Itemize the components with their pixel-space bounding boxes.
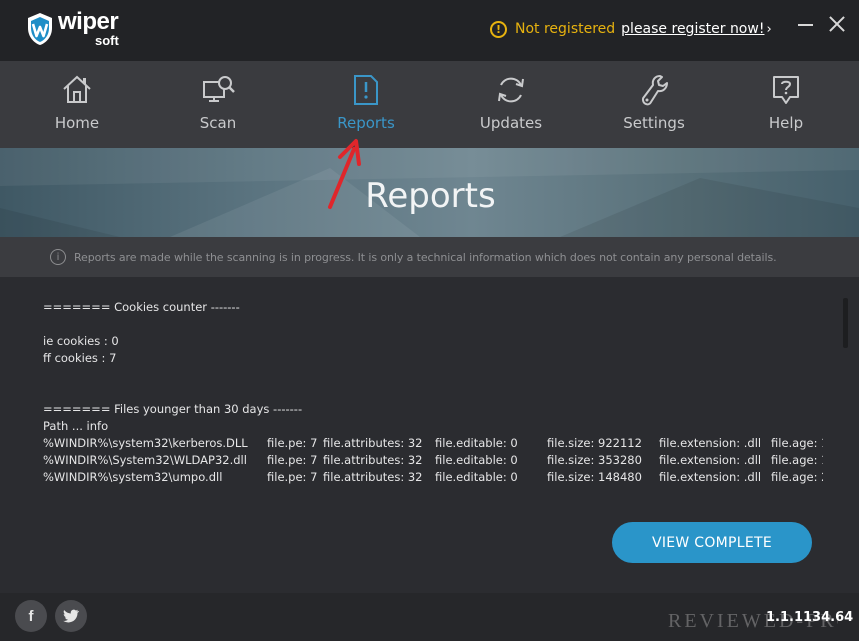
reports-icon	[354, 75, 378, 105]
report-content: ======= Cookies counter ------- ie cooki…	[43, 277, 823, 510]
registration-status: ! Not registered please register now! ›	[490, 18, 772, 40]
file-attributes: file.attributes: 32	[323, 436, 423, 450]
table-row: %WINDIR%\system32\umpo.dll file.pe: 7 fi…	[43, 469, 823, 485]
app-logo-text: wiper soft	[58, 8, 119, 48]
nav-home-label: Home	[54, 114, 100, 132]
refresh-icon	[498, 77, 524, 103]
close-button[interactable]	[827, 14, 847, 34]
file-pe: file.pe: 7	[267, 470, 318, 484]
footer: f REVIEWED-PRO 1.1.1134.64	[0, 593, 859, 641]
file-pe: file.pe: 7	[267, 453, 318, 467]
info-text: Reports are made while the scanning is i…	[74, 251, 777, 264]
file-extension: file.extension: .dll	[659, 470, 762, 484]
nav-settings[interactable]: Settings	[599, 61, 709, 148]
file-age: file.age: 1	[771, 453, 823, 467]
file-attributes: file.attributes: 32	[323, 453, 423, 467]
nav-help-label: Help	[768, 114, 804, 132]
chevron-right-icon: ›	[766, 21, 772, 37]
path-info-line: Path ... info	[43, 419, 109, 433]
help-icon	[773, 76, 799, 104]
report-panel: ======= Cookies counter ------- ie cooki…	[0, 277, 859, 510]
nav-scan[interactable]: Scan	[163, 61, 273, 148]
page-title: Reports	[365, 176, 496, 216]
file-extension: file.extension: .dll	[659, 453, 762, 467]
minimize-button[interactable]	[796, 14, 816, 34]
nav-settings-label: Settings	[623, 114, 685, 132]
file-extension: file.extension: .dll	[659, 436, 762, 450]
facebook-icon[interactable]: f	[15, 600, 47, 632]
table-row: %WINDIR%\System32\WLDAP32.dll file.pe: 7…	[43, 452, 823, 468]
main-nav: Home Scan Reports Updates Settings Help	[0, 61, 859, 148]
logo-wiper: wiper	[58, 8, 119, 35]
home-icon	[63, 75, 91, 103]
file-size: file.size: 922112	[547, 436, 642, 450]
nav-updates-label: Updates	[479, 114, 543, 132]
version-label: 1.1.1134.64	[766, 610, 854, 625]
file-attributes: file.attributes: 32	[323, 470, 423, 484]
file-editable: file.editable: 0	[435, 453, 518, 467]
title-bar: wiper soft ! Not registered please regis…	[0, 0, 859, 61]
scan-icon	[203, 76, 235, 102]
table-row: %WINDIR%\system32\kerberos.DLL file.pe: …	[43, 435, 823, 451]
twitter-icon[interactable]	[55, 600, 87, 632]
file-pe: file.pe: 7	[267, 436, 318, 450]
logo-soft: soft	[95, 33, 119, 48]
nav-reports-label: Reports	[337, 114, 395, 132]
file-age: file.age: 1	[771, 436, 823, 450]
registration-status-text: Not registered	[515, 21, 616, 37]
annotation-arrow-icon	[328, 139, 361, 209]
info-icon: i	[50, 249, 66, 265]
info-bar: i Reports are made while the scanning is…	[0, 237, 859, 277]
file-size: file.size: 148480	[547, 470, 642, 484]
file-editable: file.editable: 0	[435, 470, 518, 484]
file-path: %WINDIR%\system32\umpo.dll	[43, 470, 223, 484]
nav-home[interactable]: Home	[22, 61, 132, 148]
view-complete-button[interactable]: VIEW COMPLETE	[612, 522, 812, 563]
files-header: ======= Files younger than 30 days -----…	[43, 402, 303, 416]
file-size: file.size: 353280	[547, 453, 642, 467]
twitter-bird-icon	[63, 609, 79, 623]
file-age: file.age: 2	[771, 470, 823, 484]
file-editable: file.editable: 0	[435, 436, 518, 450]
page-banner: Reports	[0, 148, 859, 237]
wipersoft-logo-icon	[28, 13, 52, 45]
ie-cookies-line: ie cookies : 0	[43, 334, 119, 348]
nav-updates[interactable]: Updates	[456, 61, 566, 148]
nav-scan-label: Scan	[199, 114, 237, 132]
nav-help[interactable]: Help	[731, 61, 841, 148]
report-scrollbar[interactable]	[843, 298, 848, 348]
cookies-header: ======= Cookies counter -------	[43, 300, 240, 314]
register-link[interactable]: please register now!	[621, 21, 764, 37]
file-path: %WINDIR%\system32\kerberos.DLL	[43, 436, 248, 450]
wrench-icon	[641, 75, 668, 106]
warning-icon: !	[490, 20, 507, 38]
file-path: %WINDIR%\System32\WLDAP32.dll	[43, 453, 247, 467]
ff-cookies-line: ff cookies : 7	[43, 351, 117, 365]
